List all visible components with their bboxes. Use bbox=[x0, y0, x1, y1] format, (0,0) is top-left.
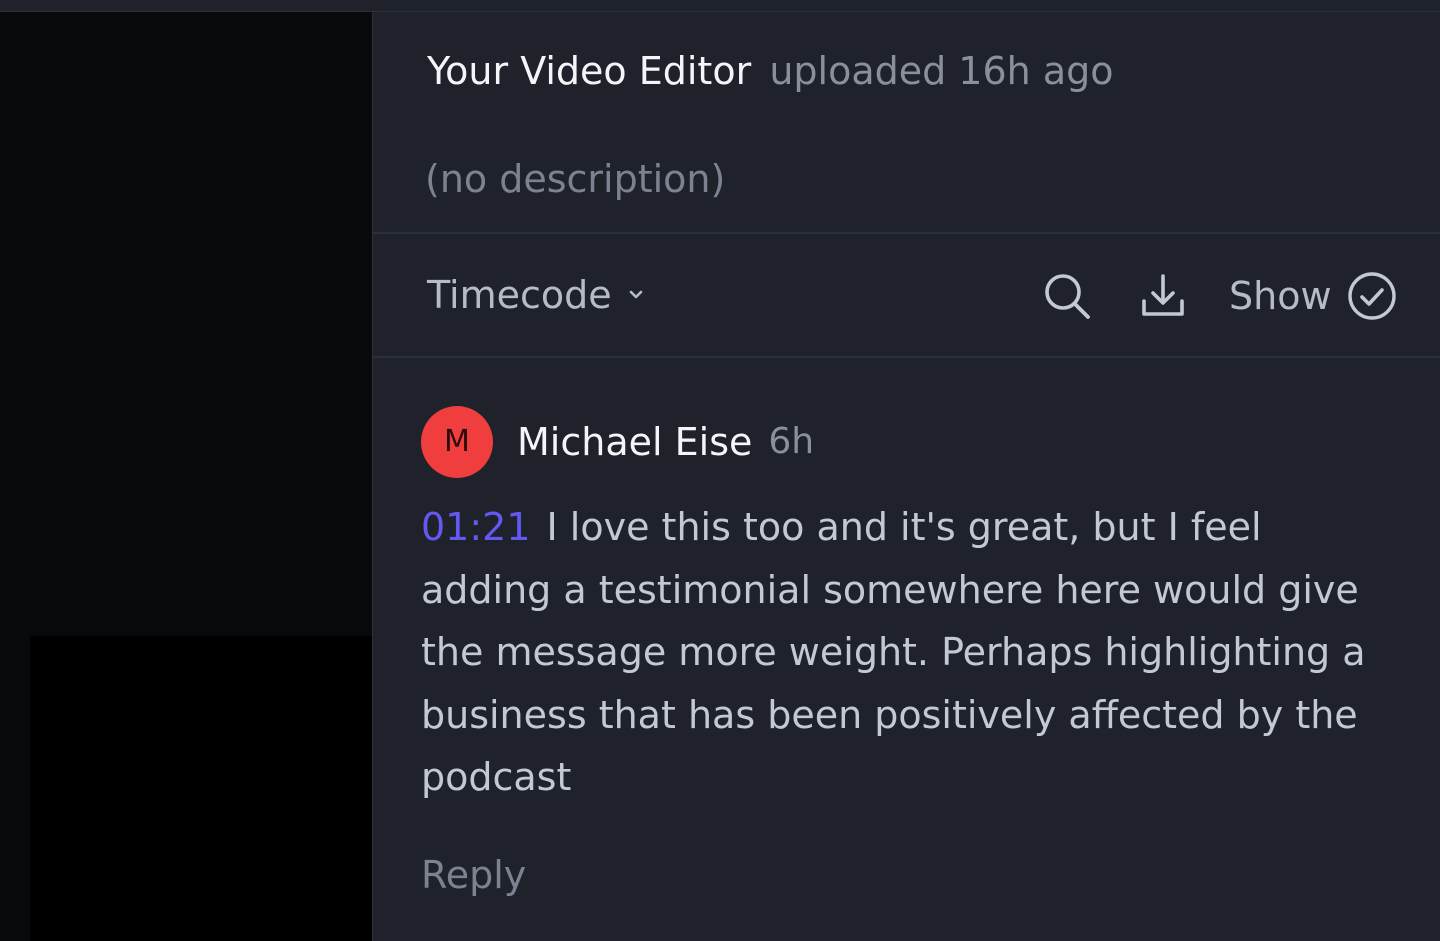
toolbar-divider bbox=[373, 356, 1440, 358]
reply-button[interactable]: Reply bbox=[421, 848, 526, 902]
download-button[interactable] bbox=[1135, 268, 1191, 324]
upload-header: Your Video Editor uploaded 16h ago bbox=[427, 44, 1113, 98]
comment-item: M Michael Eise 6h 01:21 I love this too a… bbox=[421, 406, 1401, 809]
comment-body: 01:21 I love this too and it's great, but… bbox=[421, 496, 1391, 809]
app-viewport: Your Video Editor uploaded 16h ago (no d… bbox=[0, 0, 1440, 941]
comment-header: M Michael Eise 6h bbox=[421, 406, 1401, 478]
upload-time: uploaded 16h ago bbox=[769, 49, 1114, 93]
video-description: (no description) bbox=[425, 157, 726, 201]
search-icon bbox=[1045, 274, 1090, 319]
chevron-down-icon bbox=[626, 285, 646, 305]
check-circle-icon bbox=[1346, 270, 1398, 322]
timecode-label: Timecode bbox=[427, 273, 612, 317]
comment-author[interactable]: Michael Eise bbox=[517, 415, 752, 469]
uploader-name: Your Video Editor bbox=[427, 49, 752, 93]
comment-text: I love this too and it's great, but I fe… bbox=[421, 505, 1366, 799]
comment-timestamp-link[interactable]: 01:21 bbox=[421, 505, 531, 549]
show-label: Show bbox=[1229, 274, 1332, 318]
comments-toolbar: Timecode Show bbox=[373, 234, 1440, 358]
search-button[interactable] bbox=[1039, 268, 1095, 324]
show-resolved-toggle[interactable]: Show bbox=[1229, 268, 1398, 324]
download-icon bbox=[1142, 274, 1184, 316]
comment-time: 6h bbox=[768, 421, 815, 462]
comments-panel: Your Video Editor uploaded 16h ago (no d… bbox=[372, 12, 1440, 941]
avatar[interactable]: M bbox=[421, 406, 493, 478]
video-frame[interactable] bbox=[30, 636, 372, 941]
timecode-sort-dropdown[interactable]: Timecode bbox=[427, 267, 646, 323]
